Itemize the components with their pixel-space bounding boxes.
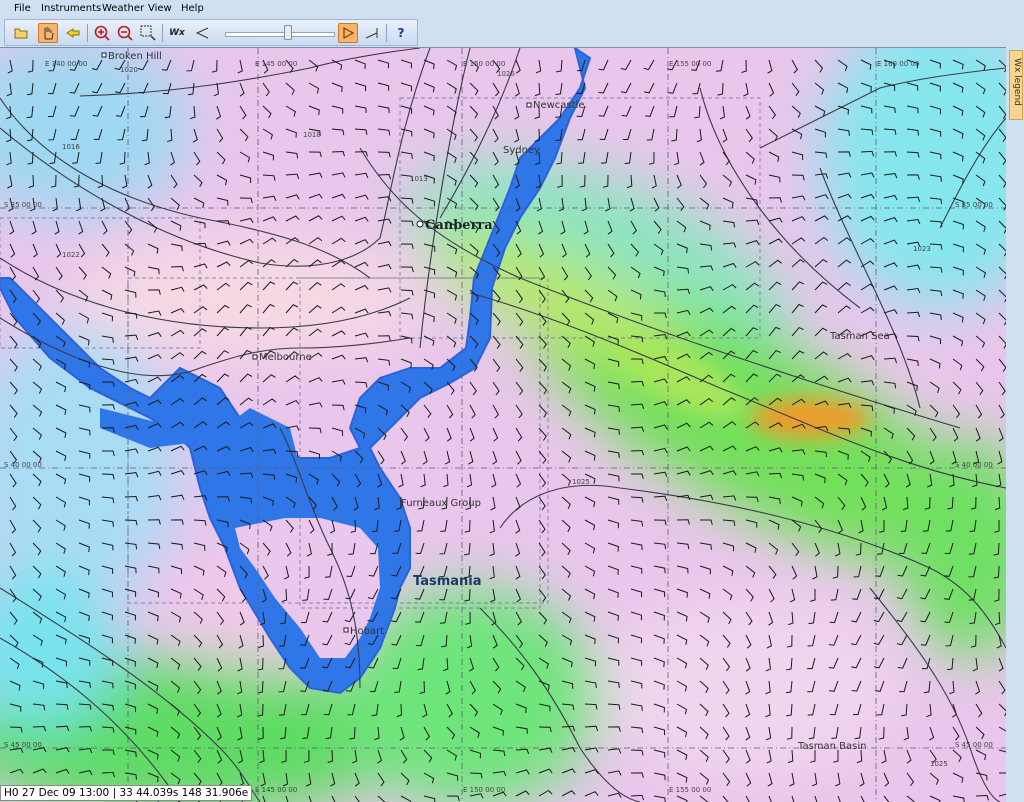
lon-label: E 160 00 00: [877, 60, 920, 68]
time-slider-track[interactable]: [225, 32, 335, 37]
isobar-label: 1020: [120, 66, 138, 74]
weather-map[interactable]: Broken Hill Newcastle Sydney Canberra Me…: [0, 47, 1006, 802]
region-tasmania: Tasmania: [413, 574, 482, 589]
lon-label: E 155 00 00: [669, 786, 712, 794]
lon-label: E 145 00 00: [255, 60, 298, 68]
lon-label: E 150 00 00: [463, 60, 506, 68]
step-forward-button[interactable]: [362, 23, 382, 43]
play-button[interactable]: [338, 23, 358, 43]
zoom-in-icon: [94, 25, 110, 41]
step-back-button[interactable]: [192, 23, 212, 43]
play-icon: [343, 27, 354, 39]
open-button[interactable]: [11, 23, 31, 43]
isobar-label: 1026: [497, 70, 515, 78]
toolbar: Wx ?: [4, 19, 418, 46]
step-back-icon: [195, 27, 209, 39]
status-bar: H0 27 Dec 09 13:00 | 33 44.039s 148 31.9…: [0, 785, 253, 801]
place-canberra: Canberra: [425, 218, 493, 233]
isobar-label: 1022: [62, 251, 80, 259]
place-melbourne: Melbourne: [259, 352, 312, 363]
zoom-out-icon: [117, 25, 133, 41]
isobar-label: 1018: [303, 131, 321, 139]
place-broken-hill: Broken Hill: [108, 51, 162, 62]
hand-pan-icon: [44, 27, 54, 40]
lon-label: E 145 00 00: [255, 786, 298, 794]
wind-button[interactable]: Wx: [166, 23, 188, 43]
lat-label: S 35 00 00: [955, 201, 993, 209]
menu-instruments[interactable]: Instruments: [41, 3, 101, 14]
place-newcastle: Newcastle: [533, 100, 585, 111]
menu-weather[interactable]: Weather: [102, 3, 144, 14]
map-canvas: [0, 48, 1006, 802]
lat-label: S 40 00 00: [955, 461, 993, 469]
lon-label: E 140 00 00: [45, 60, 88, 68]
pointer-icon: [66, 28, 80, 38]
region-tasman-sea: Tasman Sea: [830, 331, 890, 342]
wind-max-core: [750, 398, 870, 438]
menu-file[interactable]: File: [14, 3, 31, 14]
menu-view[interactable]: View: [148, 3, 172, 14]
status-text: H0 27 Dec 09 13:00 | 33 44.039s 148 31.9…: [4, 787, 249, 799]
zoom-out-button[interactable]: [115, 23, 135, 43]
pan-button[interactable]: [38, 23, 58, 43]
menu-help[interactable]: Help: [181, 3, 204, 14]
wx-legend-tab[interactable]: Wx legend: [1009, 50, 1023, 120]
pointer-button[interactable]: [63, 23, 83, 43]
lat-label: S 45 00 00: [955, 741, 993, 749]
zoom-in-button[interactable]: [92, 23, 112, 43]
wind-icon: Wx: [169, 28, 185, 38]
isobar-label: 1023: [913, 245, 931, 253]
step-forward-icon: [365, 28, 378, 39]
place-sydney: Sydney: [503, 145, 541, 156]
folder-open-icon: [14, 28, 28, 39]
help-icon: ?: [397, 26, 405, 40]
isobar-label: 1016: [62, 143, 80, 151]
zoom-rect-icon: [140, 25, 156, 41]
isobar-label: 1025: [930, 760, 948, 768]
zoom-rect-button[interactable]: [138, 23, 158, 43]
time-slider-thumb[interactable]: [284, 25, 292, 40]
lat-label: S 35 00 00: [4, 201, 42, 209]
help-button[interactable]: ?: [391, 23, 411, 43]
region-furneaux-group: Furneaux Group: [401, 498, 481, 509]
lat-label: S 45 00 00: [4, 741, 42, 749]
isobar-label: 1013: [410, 175, 428, 183]
lon-label: E 150 00 00: [463, 786, 506, 794]
place-hobart: Hobart: [350, 626, 385, 637]
isobar-label: 1025: [572, 478, 590, 486]
lat-label: S 40 00 00: [4, 461, 42, 469]
menu-bar: File Instruments Weather View Help: [0, 0, 1024, 18]
region-tasman-basin: Tasman Basin: [798, 741, 867, 752]
lon-label: E 155 00 00: [669, 60, 712, 68]
